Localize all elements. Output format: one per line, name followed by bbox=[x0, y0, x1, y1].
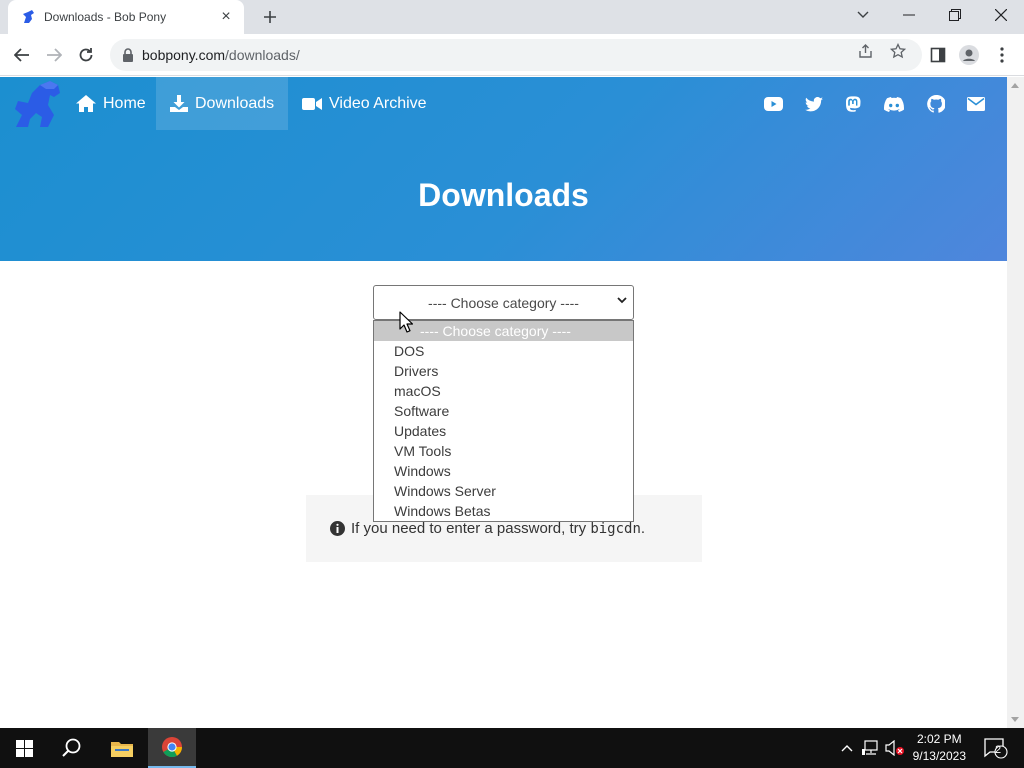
url-host: bobpony.com bbox=[142, 47, 226, 63]
video-camera-icon bbox=[302, 97, 322, 110]
top-navigation: Home Downloads Video Archive bbox=[0, 77, 1007, 130]
side-panel-icon[interactable] bbox=[926, 43, 950, 67]
notification-count-badge: 2 bbox=[995, 744, 1002, 756]
home-icon bbox=[76, 95, 96, 112]
mail-icon[interactable] bbox=[966, 94, 986, 114]
category-dropdown-list: ---- Choose category ---- DOS Drivers ma… bbox=[373, 320, 634, 522]
start-windows-icon[interactable] bbox=[0, 728, 48, 768]
discord-icon[interactable] bbox=[884, 94, 904, 114]
category-option[interactable]: Windows bbox=[374, 461, 633, 481]
taskbar: 2:02 PM 9/13/2023 2 bbox=[0, 728, 1024, 768]
restore-icon[interactable] bbox=[932, 0, 978, 30]
category-option[interactable]: Drivers bbox=[374, 361, 633, 381]
bookmark-star-icon[interactable] bbox=[889, 42, 907, 60]
info-circle-icon bbox=[330, 521, 345, 536]
profile-avatar-icon[interactable] bbox=[957, 43, 981, 67]
category-option[interactable]: Software bbox=[374, 401, 633, 421]
lock-icon bbox=[123, 48, 133, 62]
tab-strip: Downloads - Bob Pony × bbox=[0, 0, 1024, 34]
hero-banner: Home Downloads Video Archive Downloads bbox=[0, 77, 1007, 261]
mastodon-icon[interactable] bbox=[843, 94, 863, 114]
volume-muted-icon[interactable] bbox=[884, 728, 906, 768]
category-option[interactable]: DOS bbox=[374, 341, 633, 361]
search-icon[interactable] bbox=[48, 728, 96, 768]
category-option[interactable]: Windows Server bbox=[374, 481, 633, 501]
password-hint: If you need to enter a password, try big… bbox=[330, 520, 645, 537]
twitter-icon[interactable] bbox=[804, 94, 824, 114]
share-icon[interactable] bbox=[857, 42, 875, 60]
close-window-icon[interactable] bbox=[978, 0, 1024, 30]
category-option[interactable]: VM Tools bbox=[374, 441, 633, 461]
nav-downloads-label: Downloads bbox=[195, 94, 275, 112]
site-favicon-icon bbox=[23, 10, 34, 23]
clock-time: 2:02 PM bbox=[916, 732, 962, 746]
clock-date: 9/13/2023 bbox=[912, 749, 966, 763]
category-select-value: ---- Choose category ---- bbox=[428, 294, 579, 311]
tab-close-icon[interactable]: × bbox=[218, 9, 234, 25]
address-bar[interactable]: bobpony.com/downloads/ bbox=[110, 39, 922, 71]
file-explorer-icon[interactable] bbox=[98, 728, 146, 768]
chevron-down-icon bbox=[617, 297, 627, 304]
github-icon[interactable] bbox=[926, 94, 946, 114]
nav-video-archive[interactable]: Video Archive bbox=[288, 77, 441, 130]
forward-icon[interactable] bbox=[42, 43, 66, 67]
nav-home[interactable]: Home bbox=[62, 77, 160, 130]
tab-title: Downloads - Bob Pony bbox=[44, 10, 167, 24]
download-icon bbox=[170, 95, 188, 112]
page-scrollbar[interactable] bbox=[1007, 77, 1024, 728]
password-hint-suffix: . bbox=[640, 520, 646, 537]
nav-video-archive-label: Video Archive bbox=[329, 94, 427, 112]
nav-downloads[interactable]: Downloads bbox=[156, 77, 289, 130]
password-hint-text: If you need to enter a password, try bbox=[351, 520, 587, 537]
category-option[interactable]: Updates bbox=[374, 421, 633, 441]
tab-search-chevron-icon[interactable] bbox=[840, 0, 886, 30]
tray-chevron-up-icon[interactable] bbox=[836, 728, 858, 768]
nav-home-label: Home bbox=[103, 94, 146, 112]
new-tab-icon[interactable] bbox=[258, 6, 282, 28]
system-clock[interactable]: 2:02 PM 9/13/2023 bbox=[913, 731, 966, 765]
browser-tab[interactable]: Downloads - Bob Pony × bbox=[8, 0, 244, 34]
category-option[interactable]: macOS bbox=[374, 381, 633, 401]
action-center-icon[interactable]: 2 bbox=[976, 728, 1016, 768]
browser-toolbar: bobpony.com/downloads/ bbox=[0, 34, 1024, 76]
password-code: bigcdn bbox=[590, 520, 641, 537]
menu-kebab-icon[interactable] bbox=[990, 43, 1014, 67]
scroll-up-arrow-icon[interactable] bbox=[1011, 83, 1019, 88]
bob-pony-logo[interactable] bbox=[10, 79, 62, 129]
page-viewport: Home Downloads Video Archive Downloads I… bbox=[0, 77, 1007, 728]
page-title: Downloads bbox=[418, 177, 589, 213]
network-icon[interactable] bbox=[860, 728, 882, 768]
back-icon[interactable] bbox=[10, 43, 34, 67]
chrome-taskbar-icon[interactable] bbox=[148, 728, 196, 768]
mouse-cursor-icon bbox=[399, 311, 413, 333]
scroll-down-arrow-icon[interactable] bbox=[1011, 717, 1019, 722]
url-path: /downloads/ bbox=[225, 47, 300, 63]
reload-icon[interactable] bbox=[74, 43, 98, 67]
category-option[interactable]: Windows Betas bbox=[374, 501, 633, 521]
minimize-icon[interactable] bbox=[886, 0, 932, 30]
youtube-icon[interactable] bbox=[763, 94, 783, 114]
